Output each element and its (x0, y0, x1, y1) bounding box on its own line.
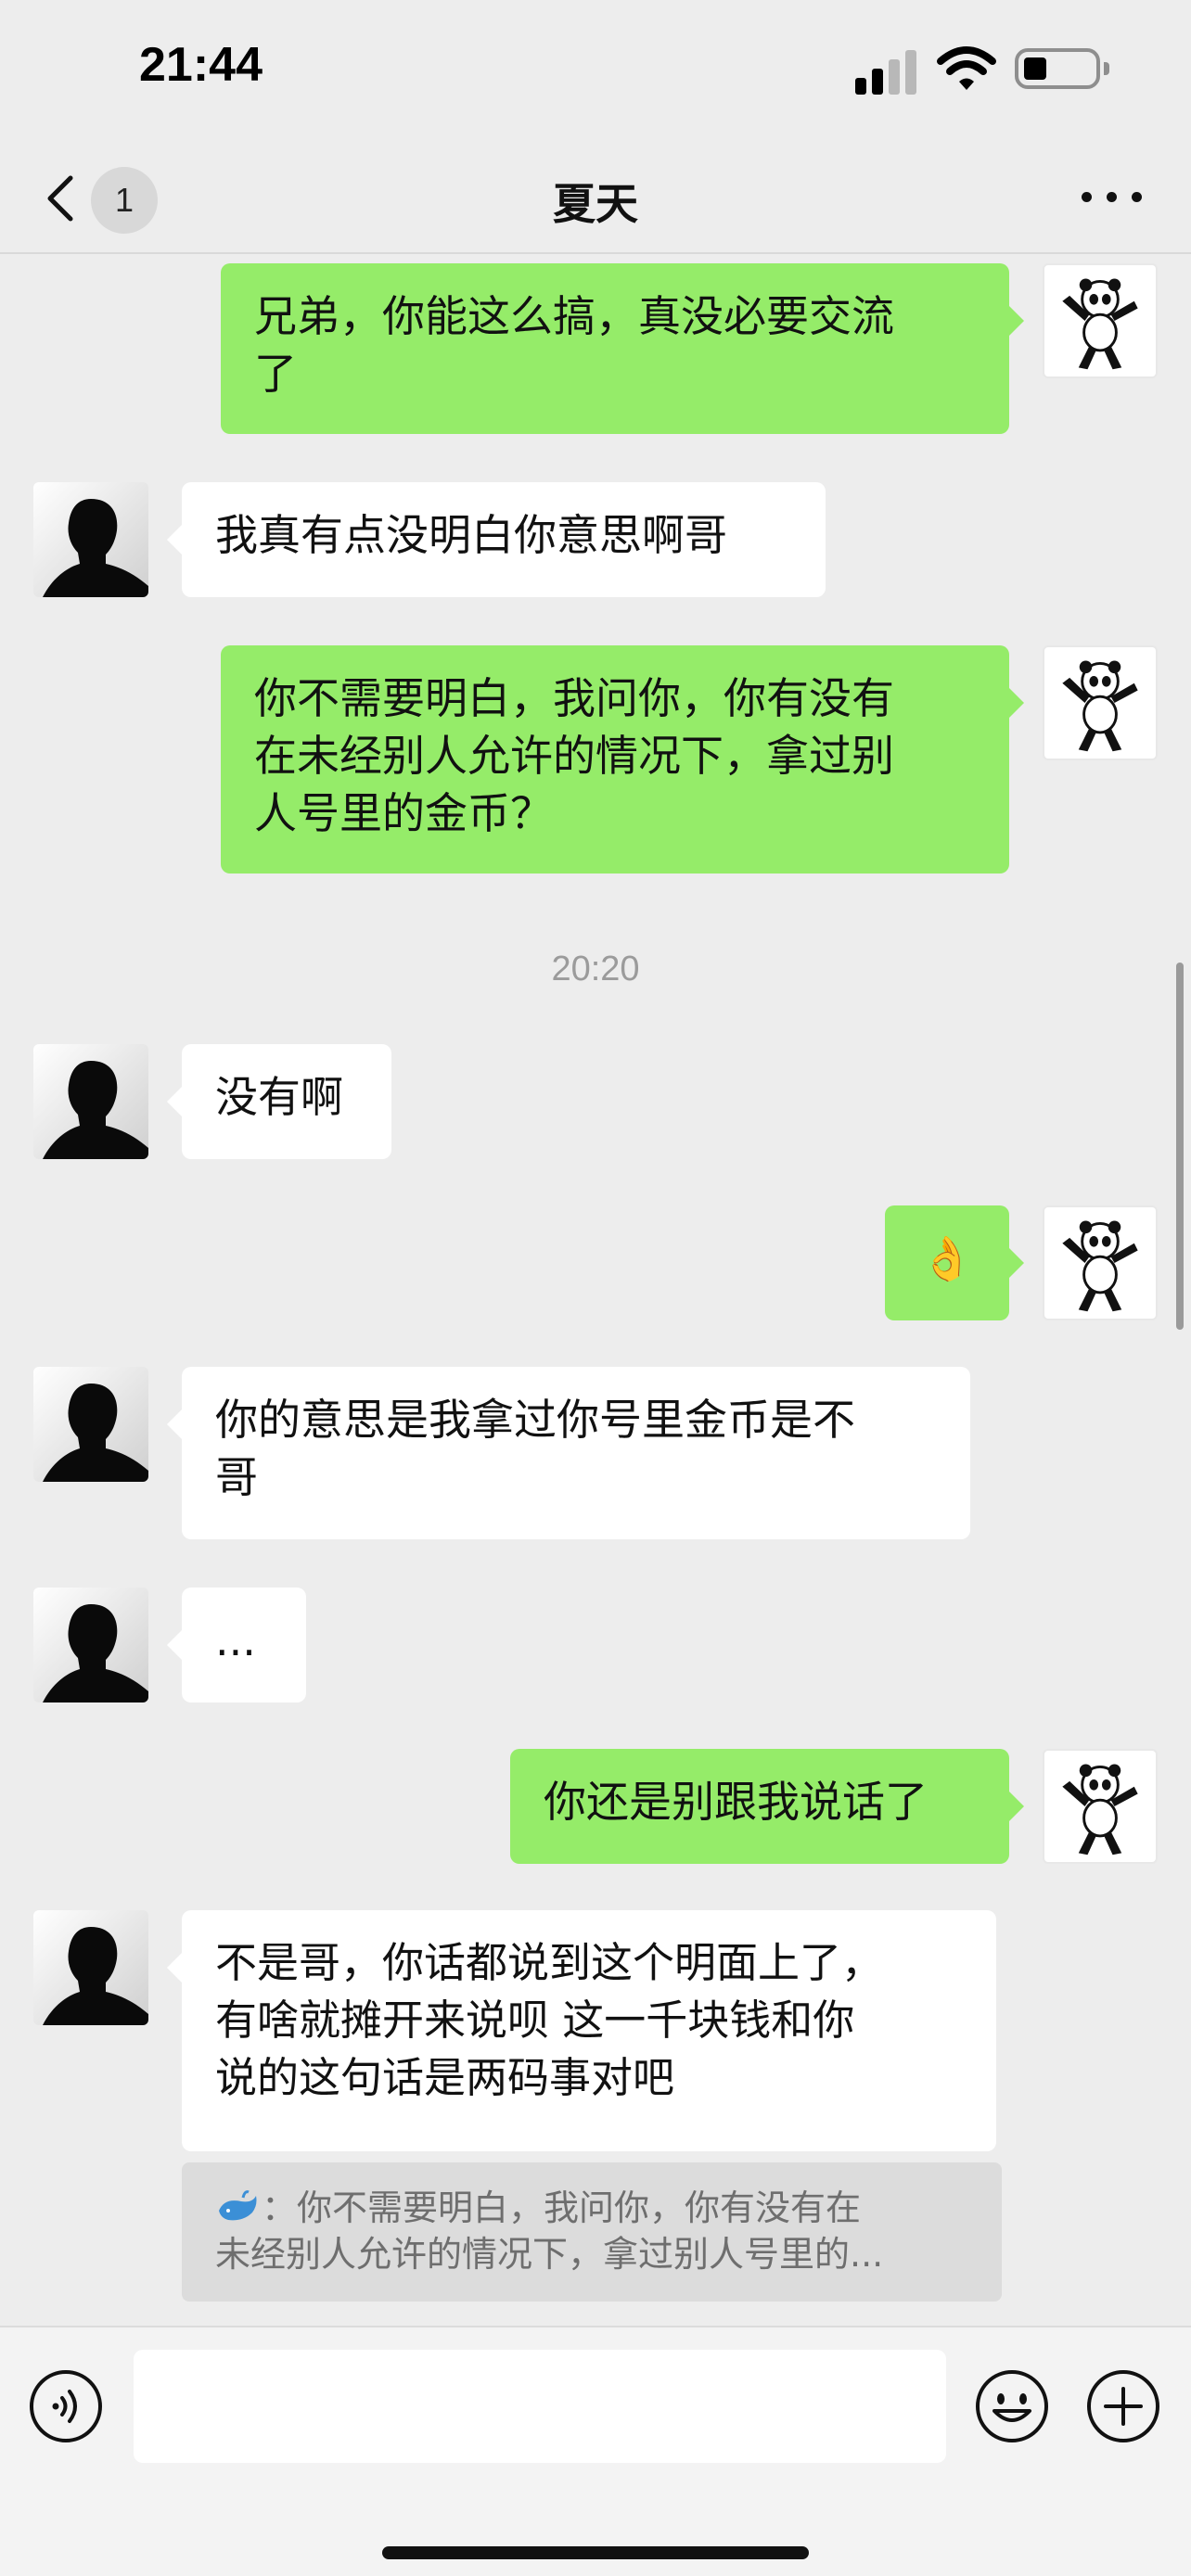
plus-icon[interactable] (1085, 2368, 1161, 2444)
message-timestamp: 20:20 (551, 950, 640, 988)
silhouette-avatar-icon (43, 1604, 148, 1702)
chat-header: 1 夏天 (0, 139, 1191, 254)
panda-avatar-icon (1062, 660, 1138, 752)
home-indicator[interactable] (382, 2546, 809, 2559)
panda-avatar-icon (1062, 1764, 1138, 1855)
silhouette-avatar-icon (43, 499, 148, 597)
message-input[interactable] (134, 2350, 946, 2463)
quoted-message[interactable]: ：你不需要明白，我问你，你有没有在 未经别人允许的情况下，拿过别人号里的... (182, 2162, 1002, 2302)
silhouette-avatar-icon (43, 1927, 148, 2025)
avatar-contact[interactable] (33, 1910, 148, 2025)
message-bubble-received[interactable]: 我真有点没明白你意思啊哥 (167, 482, 826, 597)
wifi-icon (937, 46, 996, 90)
input-bar (0, 2326, 1191, 2576)
chat-title: 夏天 (553, 179, 638, 229)
panda-avatar-icon (1062, 278, 1138, 370)
avatar-contact[interactable] (33, 1044, 148, 1159)
message-bubble-received[interactable]: 不是哥，你话都说到这个明面上了， 有啥就摊开来说呗 这一千块钱和你 说的这句话是… (167, 1910, 996, 2151)
status-time: 21:44 (139, 38, 263, 92)
message-bubble-sent[interactable]: 你还是别跟我说话了 (510, 1749, 1024, 1864)
avatar-contact[interactable] (33, 482, 148, 597)
message-bubble-sent[interactable]: 你不需要明白，我问你，你有没有 在未经别人允许的情况下，拿过别 人号里的金币？ (221, 645, 1024, 874)
message-bubble-sent[interactable]: 兄弟，你能这么搞，真没必要交流 了 (221, 263, 1024, 434)
panda-avatar-icon (1062, 1220, 1138, 1312)
quoted-text: ：你不需要明白，我问你，你有没有在 未经别人允许的情况下，拿过别人号里的... (215, 2187, 884, 2275)
message-bubble-received[interactable]: 没有啊 (167, 1044, 391, 1159)
silhouette-avatar-icon (43, 1384, 148, 1482)
avatar-self[interactable] (1043, 263, 1158, 378)
more-dots-icon (1082, 192, 1092, 202)
message-bubble-sent[interactable]: 👌 (885, 1205, 1024, 1320)
status-bar: 21:44 (0, 0, 1191, 139)
emoji-icon[interactable] (974, 2368, 1050, 2444)
avatar-contact[interactable] (33, 1367, 148, 1482)
scrollbar[interactable] (1176, 963, 1184, 1330)
message-bubble-received[interactable]: ... (167, 1588, 306, 1702)
voice-icon[interactable] (28, 2368, 104, 2444)
cellular-signal-icon (855, 48, 918, 95)
more-button[interactable] (1082, 182, 1143, 210)
avatar-contact[interactable] (33, 1588, 148, 1702)
avatar-self[interactable] (1043, 1205, 1158, 1320)
avatar-self[interactable] (1043, 645, 1158, 760)
whale-icon (219, 2190, 257, 2221)
battery-icon (1015, 48, 1109, 89)
message-bubble-received[interactable]: 你的意思是我拿过你号里金币是不 哥 (167, 1367, 970, 1539)
avatar-self[interactable] (1043, 1749, 1158, 1864)
silhouette-avatar-icon (43, 1061, 148, 1159)
